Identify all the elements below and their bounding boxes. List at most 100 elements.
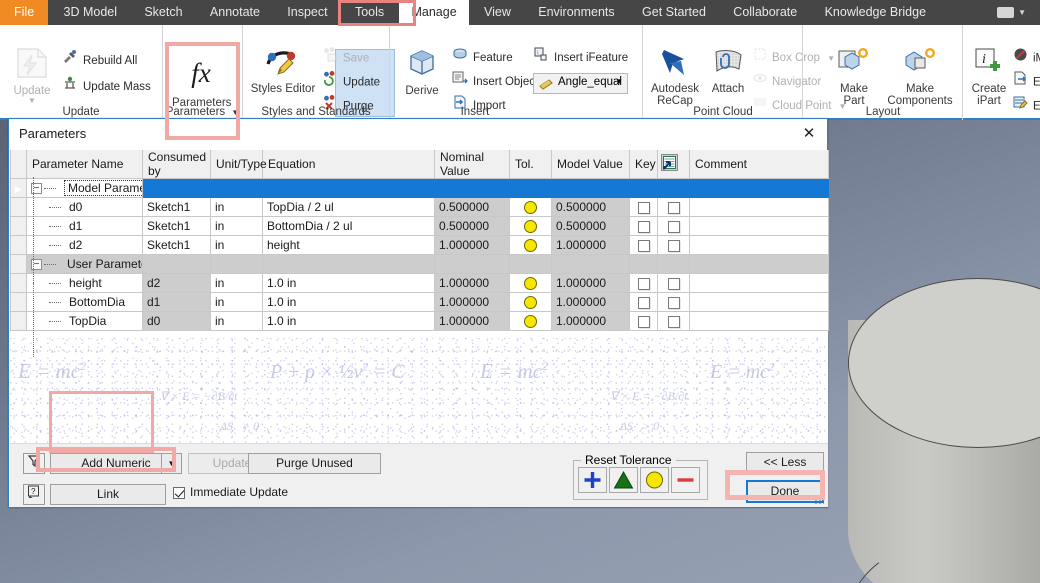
styles-update-button[interactable]: Update	[323, 71, 380, 93]
table-row[interactable]: d1 Sketch1 in BottomDia / 2 ul 0.500000 …	[10, 216, 829, 236]
cell-key[interactable]	[629, 273, 658, 293]
cell-comment[interactable]	[689, 311, 829, 331]
cell-tol[interactable]	[509, 216, 552, 236]
col-consumed-by[interactable]: Consumed by	[142, 150, 211, 179]
account-menu[interactable]: ▼	[991, 0, 1032, 25]
tab-tools[interactable]: Tools	[343, 0, 396, 25]
export-checkbox[interactable]	[667, 201, 680, 214]
export-checkbox[interactable]	[667, 315, 680, 328]
tab-environments[interactable]: Environments	[526, 0, 626, 25]
cell-comment[interactable]	[689, 197, 829, 217]
tab-3d-model[interactable]: 3D Model	[52, 0, 130, 25]
table-row[interactable]: height d2 in 1.0 in 1.000000 1.000000	[10, 273, 829, 293]
table-row[interactable]: TopDia d0 in 1.0 in 1.000000 1.000000	[10, 311, 829, 331]
attach-button[interactable]: Attach	[705, 47, 751, 95]
export-button[interactable]: Export	[1013, 71, 1040, 93]
cell-comment[interactable]	[689, 292, 829, 312]
cell-key[interactable]	[629, 292, 658, 312]
angle-equal-dropdown[interactable]: Angle_equal ▼	[533, 73, 628, 94]
tab-manage[interactable]: Manage	[399, 0, 469, 25]
create-ipart-button[interactable]: i Create iPart	[967, 47, 1011, 108]
col-nominal-value[interactable]: Nominal Value	[434, 150, 510, 179]
tab-get-started[interactable]: Get Started	[630, 0, 718, 25]
plus-icon-button[interactable]	[578, 467, 607, 493]
cell-comment[interactable]	[689, 235, 829, 255]
make-components-button[interactable]: Make Components	[881, 47, 959, 108]
cell-parameter-name[interactable]: −Model Parameters	[26, 178, 143, 198]
cell-equation[interactable]: 1.0 in	[262, 311, 435, 331]
export-checkbox[interactable]	[667, 277, 680, 290]
cell-export[interactable]	[657, 292, 690, 312]
cell-parameter-name[interactable]: d1	[26, 216, 143, 236]
immediate-update-checkbox-row[interactable]: Immediate Update	[173, 485, 288, 499]
key-checkbox[interactable]	[637, 315, 650, 328]
cell-key[interactable]	[629, 197, 658, 217]
cell-equation[interactable]: 1.0 in	[262, 273, 435, 293]
filter-funnel-icon[interactable]	[23, 453, 45, 474]
tab-file[interactable]: File	[0, 0, 49, 25]
feature-button[interactable]: Feature	[452, 47, 513, 69]
chevron-down-icon[interactable]: ▼	[161, 454, 181, 473]
cell-comment[interactable]	[689, 216, 829, 236]
tab-knowledge-bridge[interactable]: Knowledge Bridge	[813, 0, 938, 25]
tab-collaborate[interactable]: Collaborate	[721, 0, 809, 25]
immediate-update-checkbox[interactable]	[173, 486, 185, 499]
cell-equation[interactable]: TopDia / 2 ul	[262, 197, 435, 217]
tab-annotate[interactable]: Annotate	[198, 0, 272, 25]
resize-grip[interactable]	[814, 494, 824, 504]
cell-parameter-name[interactable]: height	[26, 273, 143, 293]
col-unit-type[interactable]: Unit/Type	[210, 150, 267, 179]
table-row[interactable]: d2 Sketch1 in height 1.000000 1.000000	[10, 235, 829, 255]
cell-key[interactable]	[629, 311, 658, 331]
key-checkbox[interactable]	[637, 239, 650, 252]
cell-comment[interactable]	[689, 273, 829, 293]
cell-export[interactable]	[657, 273, 690, 293]
col-export[interactable]	[657, 150, 690, 179]
col-comment[interactable]: Comment	[689, 150, 829, 179]
key-checkbox[interactable]	[637, 220, 650, 233]
done-button[interactable]: Done	[746, 480, 824, 503]
triangle-icon-button[interactable]	[609, 467, 638, 493]
cell-tol[interactable]	[509, 197, 552, 217]
cell-tol[interactable]	[509, 273, 552, 293]
table-row[interactable]: BottomDia d1 in 1.0 in 1.000000 1.000000	[10, 292, 829, 312]
table-row[interactable]: d0 Sketch1 in TopDia / 2 ul 0.500000 0.5…	[10, 197, 829, 217]
export-checkbox[interactable]	[667, 239, 680, 252]
cell-tol[interactable]	[509, 235, 552, 255]
col-key[interactable]: Key	[629, 150, 658, 179]
key-checkbox[interactable]	[637, 277, 650, 290]
update-mass-button[interactable]: Update Mass	[62, 75, 151, 97]
make-part-button[interactable]: Make Part	[831, 47, 877, 108]
table-row[interactable]: ▶ −Model Parameters	[10, 178, 829, 198]
col-tol[interactable]: Tol.	[509, 150, 552, 179]
cell-key[interactable]	[629, 235, 658, 255]
minus-icon-button[interactable]	[671, 467, 700, 493]
tab-sketch[interactable]: Sketch	[132, 0, 194, 25]
help-question-icon[interactable]: ?	[23, 484, 45, 505]
autodesk-recap-button[interactable]: Autodesk ReCap	[647, 47, 703, 108]
cell-equation[interactable]: height	[262, 235, 435, 255]
cell-key[interactable]	[629, 216, 658, 236]
edit-button[interactable]: Edit	[1013, 95, 1040, 117]
cell-parameter-name[interactable]: −User Parameters	[26, 254, 143, 274]
cell-parameter-name[interactable]: TopDia	[26, 311, 143, 331]
parameters-grid[interactable]: Parameter Name Consumed by Unit/Type Equ…	[10, 150, 829, 357]
parameters-button[interactable]: fx Parameters	[172, 51, 231, 110]
cell-export[interactable]	[657, 311, 690, 331]
close-icon[interactable]: ✕	[797, 123, 821, 145]
key-checkbox[interactable]	[637, 201, 650, 214]
insert-object-button[interactable]: Insert Object	[452, 71, 538, 93]
cell-export[interactable]	[657, 235, 690, 255]
cell-parameter-name[interactable]: d2	[26, 235, 143, 255]
rebuild-all-button[interactable]: Rebuild All	[62, 49, 137, 71]
cell-export[interactable]	[657, 216, 690, 236]
export-checkbox[interactable]	[667, 220, 680, 233]
purge-unused-button[interactable]: Purge Unused	[248, 453, 381, 474]
cell-export[interactable]	[657, 197, 690, 217]
tab-inspect[interactable]: Inspect	[275, 0, 339, 25]
styles-editor-button[interactable]: Styles Editor	[247, 47, 319, 95]
cell-tol[interactable]	[509, 311, 552, 331]
add-numeric-button[interactable]: Add Numeric ▼	[50, 453, 182, 474]
col-parameter-name[interactable]: Parameter Name	[26, 150, 143, 179]
less-button[interactable]: << Less	[746, 452, 824, 473]
